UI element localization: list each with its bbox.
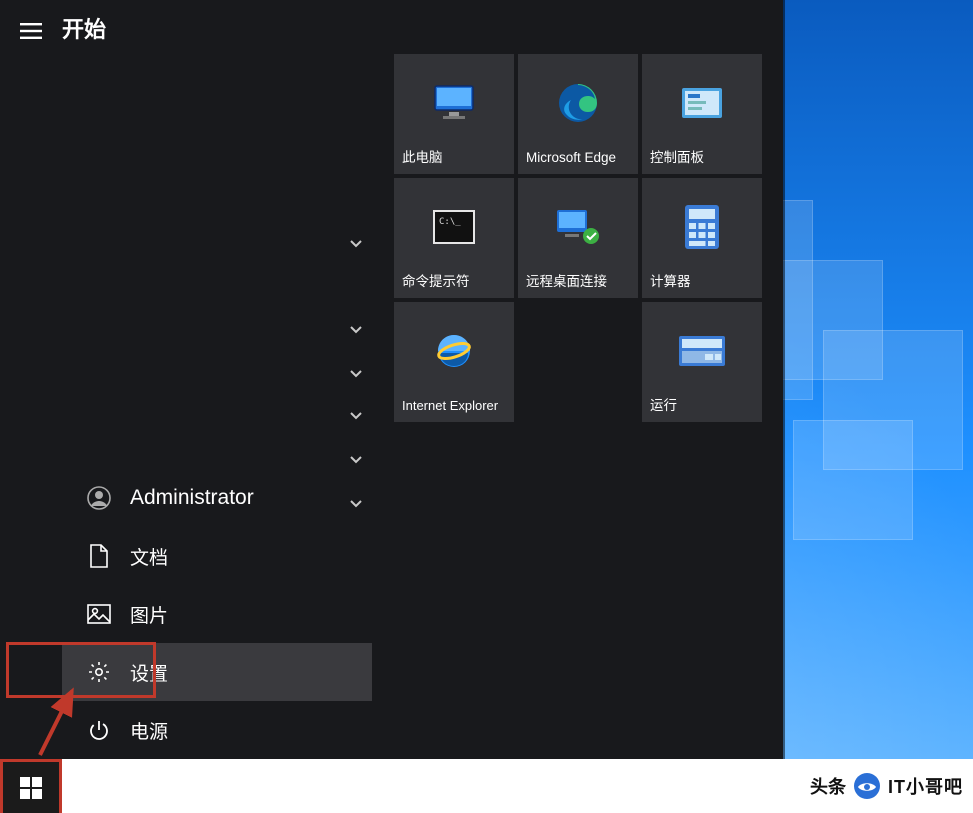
rdp-icon bbox=[552, 206, 604, 248]
tile-cmd[interactable]: C:\_ 命令提示符 bbox=[394, 178, 514, 298]
watermark-brand: IT小哥吧 bbox=[888, 773, 963, 799]
run-icon bbox=[676, 330, 728, 372]
calc-icon bbox=[676, 206, 728, 248]
expand-menu-button[interactable] bbox=[0, 0, 62, 62]
taskbar: 头条 IT小哥吧 bbox=[0, 759, 973, 813]
documents-label: 文档 bbox=[130, 543, 168, 570]
tile-edge[interactable]: Microsoft Edge bbox=[518, 54, 638, 174]
documents-button[interactable]: 文档 bbox=[62, 527, 372, 585]
chevron-down-icon[interactable] bbox=[344, 362, 368, 386]
cmd-icon: C:\_ bbox=[428, 206, 480, 248]
tile-calc[interactable]: 计算器 bbox=[642, 178, 762, 298]
wallpaper-decoration bbox=[753, 0, 973, 813]
chevron-down-icon[interactable] bbox=[344, 318, 368, 342]
start-button[interactable] bbox=[0, 759, 62, 813]
monitor-icon bbox=[428, 82, 480, 124]
user-icon bbox=[86, 486, 112, 510]
watermark-prefix: 头条 bbox=[810, 773, 846, 799]
watermark-logo-icon bbox=[852, 771, 882, 801]
all-apps-column: Administrator 文档 图片 设置 bbox=[62, 0, 390, 759]
gear-icon bbox=[86, 660, 112, 684]
tile-label: 远程桌面连接 bbox=[526, 274, 630, 290]
user-account-button[interactable]: Administrator bbox=[62, 469, 372, 527]
start-tiles-grid: 此电脑 Microsoft Edge 控制面板 C:\_ 命令提示符 远程桌面连接 计算器 I… bbox=[390, 0, 783, 759]
ie-icon bbox=[428, 330, 480, 372]
tile-label: 运行 bbox=[650, 398, 754, 414]
document-icon bbox=[86, 544, 112, 568]
edge-icon bbox=[552, 82, 604, 124]
power-button[interactable]: 电源 bbox=[62, 701, 372, 759]
user-name-label: Administrator bbox=[130, 486, 254, 510]
picture-icon bbox=[86, 604, 112, 624]
start-rail bbox=[0, 0, 62, 759]
power-icon bbox=[86, 719, 112, 741]
pictures-button[interactable]: 图片 bbox=[62, 585, 372, 643]
tile-label: 此电脑 bbox=[402, 150, 506, 166]
tile-rdp[interactable]: 远程桌面连接 bbox=[518, 178, 638, 298]
rail-expanded-panel: Administrator 文档 图片 设置 bbox=[62, 469, 372, 759]
windows-logo-icon bbox=[20, 777, 42, 799]
tile-label: Microsoft Edge bbox=[526, 150, 630, 166]
settings-button[interactable]: 设置 bbox=[62, 643, 372, 701]
power-label: 电源 bbox=[130, 717, 168, 744]
tile-label: Internet Explorer bbox=[402, 398, 506, 414]
watermark: 头条 IT小哥吧 bbox=[810, 759, 973, 813]
chevron-down-icon[interactable] bbox=[344, 232, 368, 256]
tile-ie[interactable]: Internet Explorer bbox=[394, 302, 514, 422]
tile-control-panel[interactable]: 控制面板 bbox=[642, 54, 762, 174]
tile-this-pc[interactable]: 此电脑 bbox=[394, 54, 514, 174]
chevron-down-icon[interactable] bbox=[344, 404, 368, 428]
hamburger-icon bbox=[20, 23, 42, 39]
tile-run[interactable]: 运行 bbox=[642, 302, 762, 422]
svg-text:C:\_: C:\_ bbox=[439, 217, 461, 227]
cp-icon bbox=[676, 82, 728, 124]
tile-label: 计算器 bbox=[650, 274, 754, 290]
pictures-label: 图片 bbox=[130, 601, 168, 628]
start-menu: 开始 Administrator 文档 bbox=[0, 0, 783, 759]
settings-label: 设置 bbox=[130, 659, 168, 686]
tile-label: 控制面板 bbox=[650, 150, 754, 166]
tile-label: 命令提示符 bbox=[402, 274, 506, 290]
